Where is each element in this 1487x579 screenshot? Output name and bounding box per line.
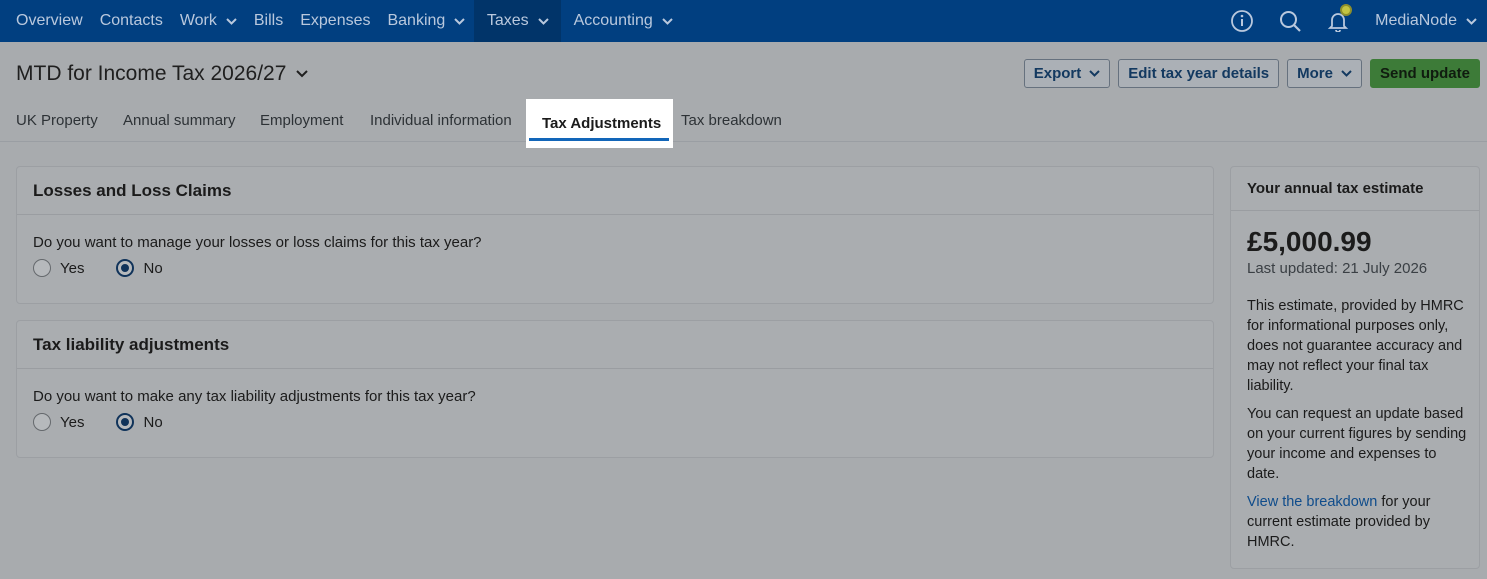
view-breakdown-link[interactable]: View the breakdown xyxy=(1247,494,1377,510)
nav-expenses[interactable]: Expenses xyxy=(292,0,379,42)
liability-option-yes[interactable]: Yes xyxy=(33,413,84,431)
chevron-down-icon xyxy=(662,17,673,25)
estimate-amount: £5,000.99 xyxy=(1247,226,1372,257)
tab-individual-information[interactable]: Individual information xyxy=(370,99,512,142)
chevron-down-icon xyxy=(1089,70,1100,77)
send-update-button[interactable]: Send update xyxy=(1369,59,1480,88)
nav-taxes[interactable]: Taxes xyxy=(473,0,561,42)
tab-annual-summary[interactable]: Annual summary xyxy=(123,99,236,142)
tab-employment[interactable]: Employment xyxy=(260,99,343,142)
liability-card: Tax liability adjustments Do you want to… xyxy=(16,320,1214,458)
liability-radio-group: Yes No xyxy=(33,413,195,431)
chevron-down-icon xyxy=(454,17,466,25)
bell-icon[interactable] xyxy=(1327,4,1353,32)
nav-right-group: MediaNode xyxy=(1231,0,1487,42)
chevron-down-icon xyxy=(296,70,309,78)
nav-accounting[interactable]: Accounting xyxy=(561,0,682,42)
liability-option-no[interactable]: No xyxy=(116,413,163,431)
header-actions: Export Edit tax year details More Send u… xyxy=(1016,59,1480,88)
tab-uk-property[interactable]: UK Property xyxy=(16,99,98,142)
losses-option-yes[interactable]: Yes xyxy=(33,259,84,277)
more-button[interactable]: More xyxy=(1287,59,1362,88)
nav-contacts[interactable]: Contacts xyxy=(91,0,171,42)
liability-question: Do you want to make any tax liability ad… xyxy=(33,388,476,405)
tax-estimate-panel: Your annual tax estimate £5,000.99 Last … xyxy=(1230,166,1480,569)
estimate-updated: Last updated: 21 July 2026 xyxy=(1247,260,1428,277)
losses-radio-group: Yes No xyxy=(33,259,195,277)
chevron-down-icon xyxy=(1341,70,1352,77)
chevron-down-icon xyxy=(226,17,237,25)
notification-badge xyxy=(1340,4,1353,16)
chevron-down-icon xyxy=(1466,17,1477,25)
edit-tax-year-button[interactable]: Edit tax year details xyxy=(1118,59,1280,88)
losses-question: Do you want to manage your losses or los… xyxy=(33,234,482,251)
nav-work[interactable]: Work xyxy=(171,0,245,42)
estimate-disclaimer: This estimate, provided by HMRC for info… xyxy=(1247,298,1464,394)
radio-unchecked[interactable] xyxy=(33,259,51,277)
user-menu[interactable]: MediaNode xyxy=(1375,12,1487,30)
top-navigation: Overview Contacts Work Bills Expenses Ba… xyxy=(0,0,1487,42)
losses-option-no[interactable]: No xyxy=(116,259,163,277)
estimate-breakdown-text: View the breakdown for your current esti… xyxy=(1247,494,1431,550)
nav-overview[interactable]: Overview xyxy=(0,0,91,42)
chevron-down-icon xyxy=(537,17,549,25)
export-button[interactable]: Export xyxy=(1023,59,1111,88)
estimate-title: Your annual tax estimate xyxy=(1231,167,1479,211)
info-icon[interactable] xyxy=(1231,10,1254,32)
liability-card-title: Tax liability adjustments xyxy=(17,321,1213,369)
losses-card-title: Losses and Loss Claims xyxy=(17,167,1213,215)
radio-checked[interactable] xyxy=(116,413,135,431)
estimate-request-text: You can request an update based on your … xyxy=(1247,406,1467,482)
radio-unchecked[interactable] xyxy=(33,413,51,431)
tab-bar: UK Property Annual summary Employment In… xyxy=(0,99,1487,148)
search-icon[interactable] xyxy=(1279,10,1301,32)
tab-tax-adjustments[interactable]: Tax Adjustments xyxy=(526,99,673,148)
nav-bills[interactable]: Bills xyxy=(245,0,291,42)
nav-banking[interactable]: Banking xyxy=(379,0,474,42)
page-title[interactable]: MTD for Income Tax 2026/27 xyxy=(16,62,309,86)
radio-checked[interactable] xyxy=(116,259,135,277)
tab-tax-breakdown[interactable]: Tax breakdown xyxy=(681,99,782,142)
losses-card: Losses and Loss Claims Do you want to ma… xyxy=(16,166,1214,304)
